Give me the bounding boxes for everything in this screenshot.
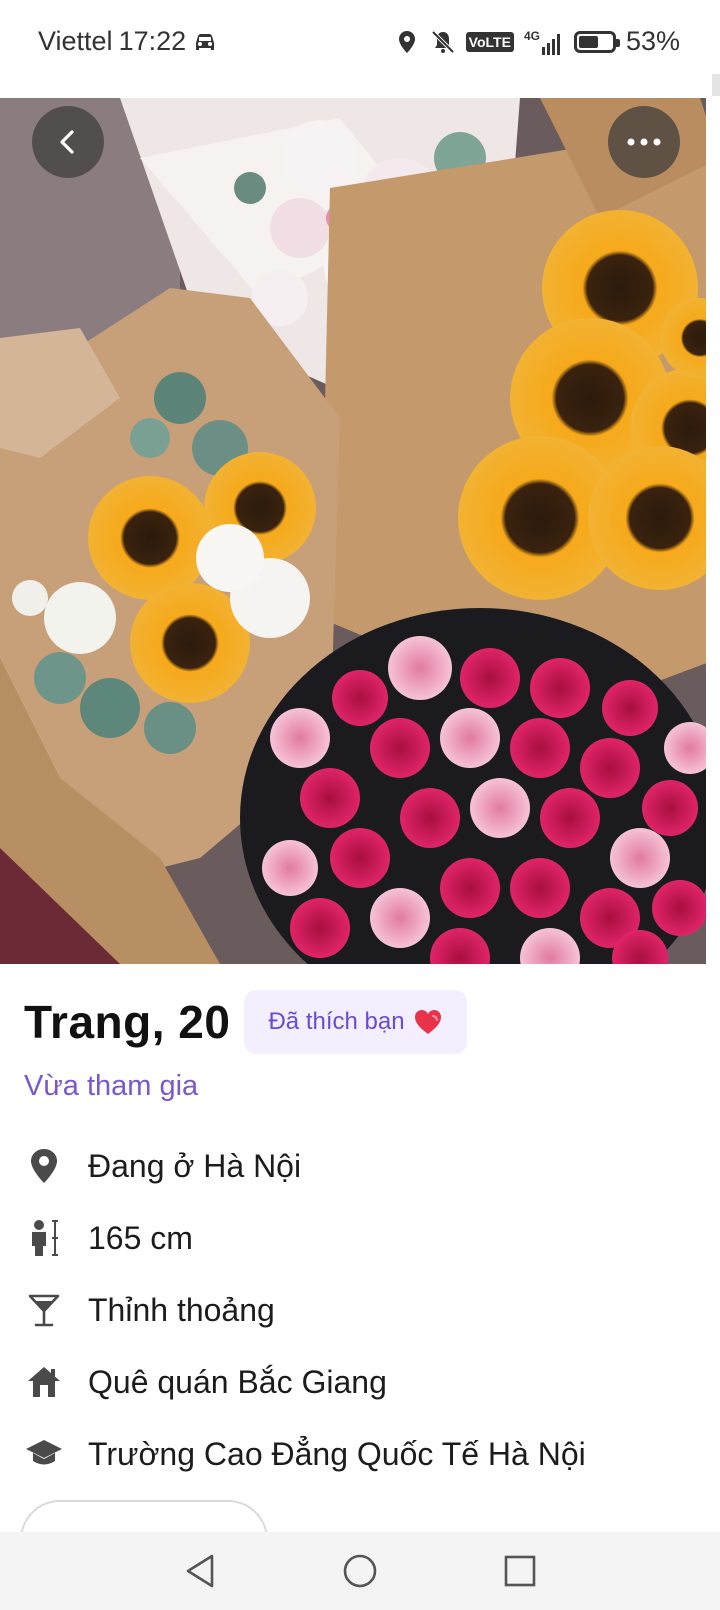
car-icon — [192, 29, 218, 55]
profile-photo[interactable] — [0, 98, 720, 964]
nav-back-button[interactable] — [180, 1551, 220, 1591]
detail-hometown: Quê quán Bắc Giang — [24, 1346, 704, 1418]
carrier-label: Viettel — [38, 26, 113, 56]
detail-text: Thỉnh thoảng — [88, 1291, 275, 1328]
detail-height: 165 cm — [24, 1202, 704, 1274]
detail-text: Quê quán Bắc Giang — [88, 1363, 387, 1400]
battery-percent: 53% — [625, 26, 680, 56]
signal-icon: 4G — [524, 29, 564, 55]
volte-icon: VoLTE — [465, 31, 514, 52]
detail-text: Đang ở Hà Nội — [88, 1147, 302, 1184]
height-icon — [24, 1218, 64, 1258]
home-icon — [24, 1362, 64, 1402]
name-age: Trang, 20 — [24, 996, 231, 1048]
status-left: Viettel 17:22 — [38, 26, 218, 57]
detail-location: Đang ở Hà Nội — [24, 1130, 704, 1202]
square-recents-icon — [504, 1555, 536, 1587]
network-type: 4G — [523, 28, 540, 43]
detail-text: 165 cm — [88, 1219, 193, 1256]
profile-details: Đang ở Hà Nội 165 cm Thỉnh thoảng Quê qu… — [24, 1130, 704, 1490]
joined-status: Vừa tham gia — [24, 1070, 199, 1102]
nav-recents-button[interactable] — [500, 1551, 540, 1591]
liked-badge: Đã thích bạn — [244, 990, 467, 1054]
location-pin-icon — [24, 1146, 64, 1186]
more-options-button[interactable] — [608, 106, 680, 178]
detail-education: Trường Cao Đẳng Quốc Tế Hà Nội — [24, 1418, 704, 1490]
graduation-cap-icon — [24, 1434, 64, 1474]
liked-badge-label: Đã thích bạn — [268, 1008, 405, 1035]
scroll-indicator — [712, 74, 720, 96]
status-bar: Viettel 17:22 VoLTE 4G 53% — [0, 0, 720, 84]
battery-icon — [573, 30, 620, 53]
more-dots-icon — [627, 138, 661, 146]
nav-home-button[interactable] — [340, 1551, 380, 1591]
bell-muted-icon — [430, 29, 456, 55]
chevron-left-icon — [60, 130, 74, 154]
heart-icon — [414, 1010, 441, 1034]
flower-bouquets-photo — [0, 98, 720, 964]
circle-home-icon — [343, 1554, 377, 1588]
name-row: Trang, 20 Đã thích bạn — [24, 990, 467, 1054]
clock: 17:22 — [118, 26, 187, 56]
triangle-back-icon — [186, 1554, 214, 1588]
location-icon — [394, 29, 420, 55]
detail-drinking: Thỉnh thoảng — [24, 1274, 704, 1346]
cocktail-icon — [24, 1290, 64, 1330]
system-nav-bar — [0, 1532, 720, 1610]
back-button[interactable] — [32, 106, 104, 178]
detail-text: Trường Cao Đẳng Quốc Tế Hà Nội — [88, 1435, 586, 1472]
status-right: VoLTE 4G 53% — [394, 26, 680, 57]
